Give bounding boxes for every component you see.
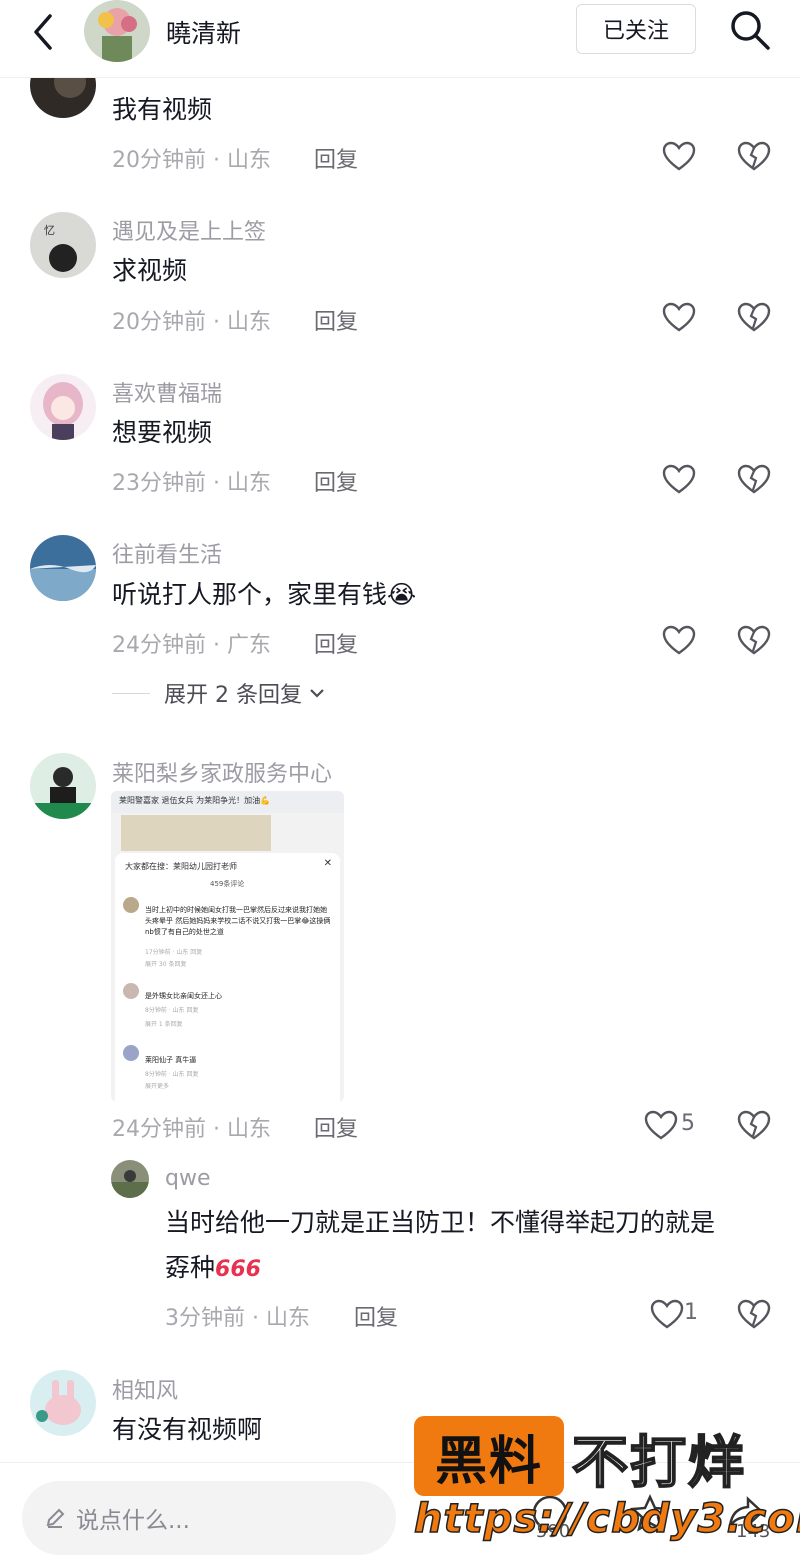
back-arrow-icon[interactable] xyxy=(26,12,60,52)
watermark: 黑料 不打烊 https://cbdy3.com xyxy=(413,1416,800,1558)
broken-heart-icon[interactable] xyxy=(737,141,771,171)
heart-icon[interactable] xyxy=(662,464,696,494)
broken-heart-icon[interactable] xyxy=(737,464,771,494)
comment-meta: 20分钟前 · 山东 xyxy=(112,310,271,335)
comment-text: 我有视频 xyxy=(112,95,213,124)
commenter-name[interactable]: 喜欢曹福瑞 xyxy=(112,376,222,408)
image-comment-expand: 展开更多 xyxy=(145,1083,170,1090)
profile-username[interactable]: 曉清新 xyxy=(166,14,241,50)
watermark-text: 不打烊 xyxy=(571,1430,746,1497)
commenter-avatar[interactable] xyxy=(30,1370,96,1436)
image-comment-count: 459条评论 xyxy=(210,880,245,888)
image-comment-text: 是外甥女比亲闺女还上心 xyxy=(145,992,222,1000)
comment-text-end: 孬种 xyxy=(165,1253,216,1282)
reply-button[interactable]: 回复 xyxy=(314,627,358,659)
heart-icon[interactable] xyxy=(650,1299,684,1329)
image-comment-panel: 大家都在搜：莱阳幼儿园打老师 ✕ 459条评论 当时上初中的时候她闺女打我一巴掌… xyxy=(115,853,340,1102)
image-comment-text: 当时上初中的时候她闺女打我一巴掌然后反过来说我打她她头疼晕乎 然后她妈妈来学校二… xyxy=(145,906,331,936)
image-comment-row: 莱阳仙子 真牛逼 8分钟前 · 山东 回复 展开更多 xyxy=(123,1045,333,1095)
reply-button[interactable]: 回复 xyxy=(314,142,358,174)
image-comment-meta: 17分钟前 · 山东 回复 xyxy=(145,949,203,956)
image-comment-row: 是外甥女比亲闺女还上心 8分钟前 · 山东 回复 展开 1 条回复 xyxy=(123,983,333,1033)
reply-button[interactable]: 回复 xyxy=(314,1111,358,1143)
comment-meta: 24分钟前 · 山东 xyxy=(112,1117,271,1142)
watermark-url: https://cbdy3.com xyxy=(413,1495,800,1543)
commenter-avatar[interactable] xyxy=(30,535,96,601)
comment-text: 听说打人那个，家里有钱😭 xyxy=(112,580,417,609)
commenter-name[interactable]: 遇见及是上上签 xyxy=(112,214,266,246)
chevron-down-icon xyxy=(310,689,324,698)
broken-heart-icon[interactable] xyxy=(737,625,771,655)
comment-text: 想要视频 xyxy=(112,418,213,447)
image-comment-text: 莱阳仙子 真牛逼 xyxy=(145,1056,197,1064)
commenter-avatar[interactable] xyxy=(111,1160,149,1198)
commenter-avatar[interactable] xyxy=(30,753,96,819)
broken-heart-icon[interactable] xyxy=(737,302,771,332)
reply-button[interactable]: 回复 xyxy=(314,304,358,336)
image-search-title: 大家都在搜：莱阳幼儿园打老师 xyxy=(125,862,237,871)
image-comment-row: 当时上初中的时候她闺女打我一巴掌然后反过来说我打她她头疼晕乎 然后她妈妈来学校二… xyxy=(123,897,333,968)
heart-icon[interactable] xyxy=(662,141,696,171)
commenter-name[interactable]: qwe xyxy=(165,1166,211,1191)
profile-avatar[interactable] xyxy=(84,0,150,62)
top-bar: 曉清新 已关注 xyxy=(0,0,800,78)
comment-meta: 23分钟前 · 山东 xyxy=(112,471,271,496)
reply-button[interactable]: 回复 xyxy=(314,465,358,497)
comment-meta: 24分钟前 · 广东 xyxy=(112,633,271,658)
like-count: 5 xyxy=(681,1111,695,1136)
heart-icon[interactable] xyxy=(662,625,696,655)
broken-heart-icon[interactable] xyxy=(737,1110,771,1140)
search-icon[interactable] xyxy=(728,8,772,52)
comment-meta: 20分钟前 · 山东 xyxy=(112,148,271,173)
commenter-avatar[interactable]: 忆 xyxy=(30,212,96,278)
commenter-name[interactable]: 往前看生活 xyxy=(112,537,222,569)
image-avatar xyxy=(123,1045,139,1061)
comment-image[interactable]: 莱阳警嘉家 退伍女兵 为莱阳争光！加油💪 大家都在搜：莱阳幼儿园打老师 ✕ 45… xyxy=(111,791,344,1102)
comment-text: 有没有视频啊 xyxy=(112,1415,263,1444)
image-comment-meta: 8分钟前 · 山东 回复 xyxy=(145,1071,199,1078)
comment-input-placeholder: 说点什么... xyxy=(76,1508,190,1534)
commenter-avatar[interactable] xyxy=(30,374,96,440)
image-photo xyxy=(121,815,271,851)
like-count: 1 xyxy=(684,1300,698,1325)
pencil-icon xyxy=(46,1508,65,1528)
expand-replies-label: 展开 2 条回复 xyxy=(164,683,302,708)
following-button[interactable]: 已关注 xyxy=(576,4,696,54)
image-comment-expand: 展开 1 条回复 xyxy=(145,1021,183,1028)
watermark-box: 黑料 xyxy=(414,1416,564,1496)
emoji-666: 666 xyxy=(215,1257,261,1282)
close-icon: ✕ xyxy=(323,858,332,869)
image-topbar: 莱阳警嘉家 退伍女兵 为莱阳争光！加油💪 xyxy=(111,791,344,813)
commenter-name[interactable]: 莱阳梨乡家政服务中心 xyxy=(112,756,332,788)
comment-input[interactable]: 说点什么... xyxy=(22,1481,396,1555)
image-comment-expand: 展开 30 条回复 xyxy=(145,961,187,968)
comment-text: 求视频 xyxy=(112,256,188,285)
heart-icon[interactable] xyxy=(662,302,696,332)
commenter-name[interactable]: 相知风 xyxy=(112,1373,178,1405)
image-avatar xyxy=(123,897,139,913)
image-avatar xyxy=(123,983,139,999)
heart-icon[interactable] xyxy=(644,1110,678,1140)
comment-meta: 3分钟前 · 山东 xyxy=(165,1306,310,1331)
comment-text-line2: 孬种666 xyxy=(165,1240,261,1298)
expand-replies-button[interactable]: 展开 2 条回复 xyxy=(112,677,326,709)
image-comment-meta: 8分钟前 · 山东 回复 xyxy=(145,1007,199,1014)
reply-button[interactable]: 回复 xyxy=(354,1300,398,1332)
svg-text:忆: 忆 xyxy=(44,224,55,237)
divider xyxy=(112,692,150,694)
broken-heart-icon[interactable] xyxy=(737,1299,771,1329)
